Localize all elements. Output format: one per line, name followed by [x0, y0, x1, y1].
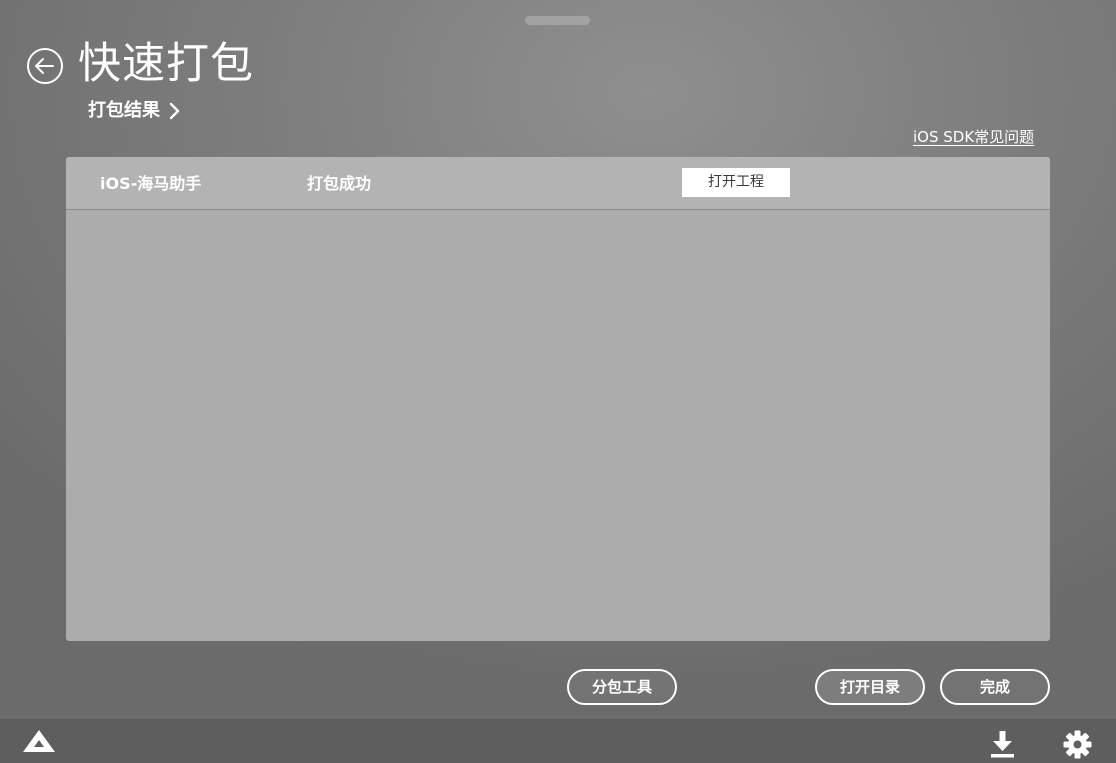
gear-icon: [1063, 730, 1092, 759]
split-tool-button[interactable]: 分包工具: [567, 669, 677, 705]
package-result-row: iOS-海马助手 打包成功 打开工程: [66, 157, 1050, 210]
open-project-button[interactable]: 打开工程: [682, 168, 790, 197]
settings-button[interactable]: [1063, 730, 1092, 759]
page-title: 快速打包: [78, 39, 254, 89]
download-icon: [991, 731, 1014, 758]
logo: [22, 729, 56, 753]
breadcrumb[interactable]: 打包结果: [88, 98, 180, 124]
done-button[interactable]: 完成: [940, 669, 1050, 705]
download-button[interactable]: [990, 730, 1015, 758]
back-arrow-icon: [27, 48, 63, 84]
bottom-bar: [0, 719, 1116, 763]
breadcrumb-label: 打包结果: [88, 100, 160, 121]
panel-body: [66, 210, 1050, 641]
open-directory-button[interactable]: 打开目录: [815, 669, 925, 705]
package-result-panel: iOS-海马助手 打包成功 打开工程: [66, 157, 1050, 641]
package-status: 打包成功: [307, 174, 372, 193]
logo-icon: [23, 730, 55, 752]
chevron-right-icon: [169, 102, 180, 120]
back-button[interactable]: [26, 47, 64, 85]
app-name: iOS-海马助手: [100, 174, 202, 193]
ios-sdk-faq-link[interactable]: iOS SDK常见问题: [913, 127, 1034, 147]
window-drag-handle[interactable]: [525, 16, 590, 25]
